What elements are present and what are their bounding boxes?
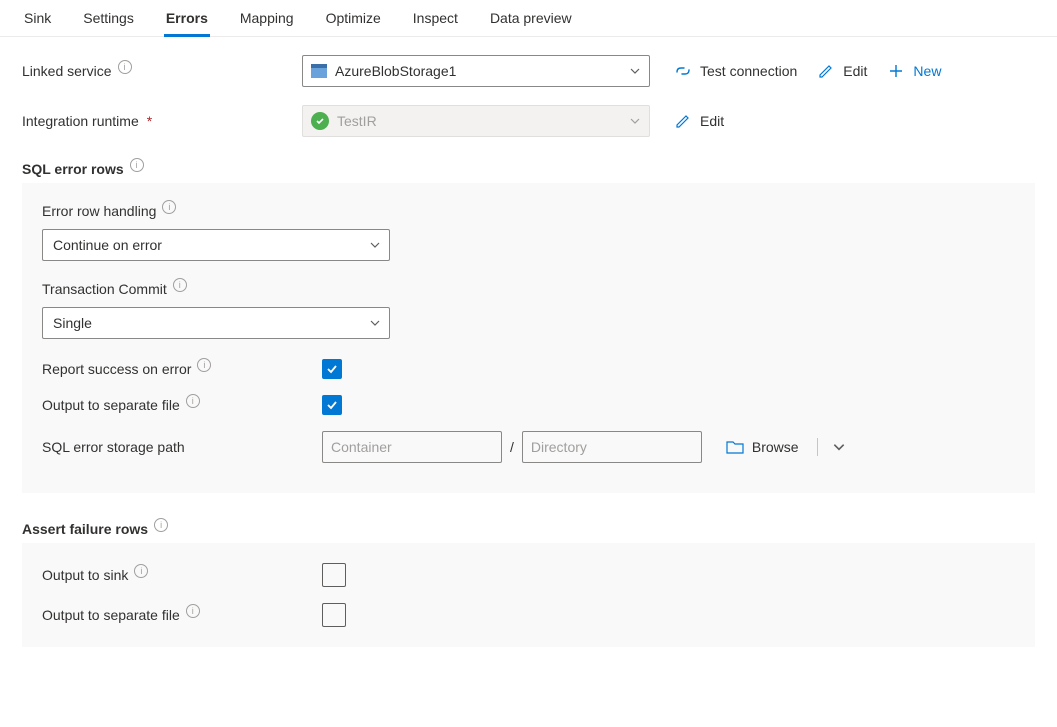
sql-error-panel: Error row handling i Continue on error T…: [22, 183, 1035, 493]
transaction-commit-label: Transaction Commit: [42, 281, 167, 297]
output-to-sink-checkbox[interactable]: [322, 563, 346, 587]
info-icon[interactable]: i: [197, 358, 211, 372]
edit-runtime-label: Edit: [700, 113, 724, 129]
new-linked-service-button[interactable]: New: [887, 62, 941, 80]
error-row-handling-label: Error row handling: [42, 203, 156, 219]
linked-service-select[interactable]: AzureBlobStorage1: [302, 55, 650, 87]
output-separate-checkbox[interactable]: [322, 395, 342, 415]
tab-sink[interactable]: Sink: [22, 6, 53, 36]
path-separator: /: [508, 439, 516, 455]
edit-runtime-button[interactable]: Edit: [674, 112, 724, 130]
required-indicator: *: [147, 113, 152, 129]
connection-icon: [674, 62, 692, 80]
info-icon[interactable]: i: [118, 60, 132, 74]
chevron-down-icon: [369, 239, 381, 251]
pencil-icon: [674, 112, 692, 130]
tab-settings[interactable]: Settings: [81, 6, 136, 36]
browse-button[interactable]: Browse: [752, 439, 799, 455]
linked-service-label: Linked service: [22, 63, 112, 79]
transaction-commit-select[interactable]: Single: [42, 307, 390, 339]
info-icon[interactable]: i: [154, 518, 168, 532]
sql-error-rows-header: SQL error rows: [22, 161, 124, 177]
error-row-handling-select[interactable]: Continue on error: [42, 229, 390, 261]
success-icon: [311, 112, 329, 130]
integration-runtime-value: TestIR: [337, 113, 377, 129]
assert-output-separate-label: Output to separate file: [42, 607, 180, 623]
report-success-checkbox[interactable]: [322, 359, 342, 379]
info-icon[interactable]: i: [186, 604, 200, 618]
assert-failure-header: Assert failure rows: [22, 521, 148, 537]
tab-inspect[interactable]: Inspect: [411, 6, 460, 36]
info-icon[interactable]: i: [173, 278, 187, 292]
new-label: New: [913, 63, 941, 79]
container-input[interactable]: Container: [322, 431, 502, 463]
chevron-down-icon: [629, 115, 641, 127]
storage-path-label: SQL error storage path: [42, 439, 185, 455]
test-connection-button[interactable]: Test connection: [674, 62, 797, 80]
tab-errors[interactable]: Errors: [164, 6, 210, 36]
edit-linked-service-button[interactable]: Edit: [817, 62, 867, 80]
error-row-handling-value: Continue on error: [53, 237, 162, 253]
chevron-down-icon[interactable]: [830, 438, 848, 456]
tab-mapping[interactable]: Mapping: [238, 6, 296, 36]
storage-icon: [311, 64, 327, 78]
test-connection-label: Test connection: [700, 63, 797, 79]
info-icon[interactable]: i: [130, 158, 144, 172]
linked-service-value: AzureBlobStorage1: [335, 63, 456, 79]
assert-output-separate-checkbox[interactable]: [322, 603, 346, 627]
tab-data-preview[interactable]: Data preview: [488, 6, 574, 36]
info-icon[interactable]: i: [134, 564, 148, 578]
assert-failure-panel: Output to sink i Output to separate file…: [22, 543, 1035, 647]
tab-bar: Sink Settings Errors Mapping Optimize In…: [0, 0, 1057, 37]
transaction-commit-value: Single: [53, 315, 92, 331]
folder-icon: [726, 438, 744, 456]
chevron-down-icon: [369, 317, 381, 329]
chevron-down-icon: [629, 65, 641, 77]
integration-runtime-select[interactable]: TestIR: [302, 105, 650, 137]
plus-icon: [887, 62, 905, 80]
pencil-icon: [817, 62, 835, 80]
info-icon[interactable]: i: [186, 394, 200, 408]
info-icon[interactable]: i: [162, 200, 176, 214]
edit-label: Edit: [843, 63, 867, 79]
output-to-sink-label: Output to sink: [42, 567, 128, 583]
tab-optimize[interactable]: Optimize: [324, 6, 383, 36]
directory-input[interactable]: Directory: [522, 431, 702, 463]
divider: [817, 438, 818, 456]
output-separate-label: Output to separate file: [42, 397, 180, 413]
report-success-label: Report success on error: [42, 361, 191, 377]
integration-runtime-label: Integration runtime: [22, 113, 139, 129]
